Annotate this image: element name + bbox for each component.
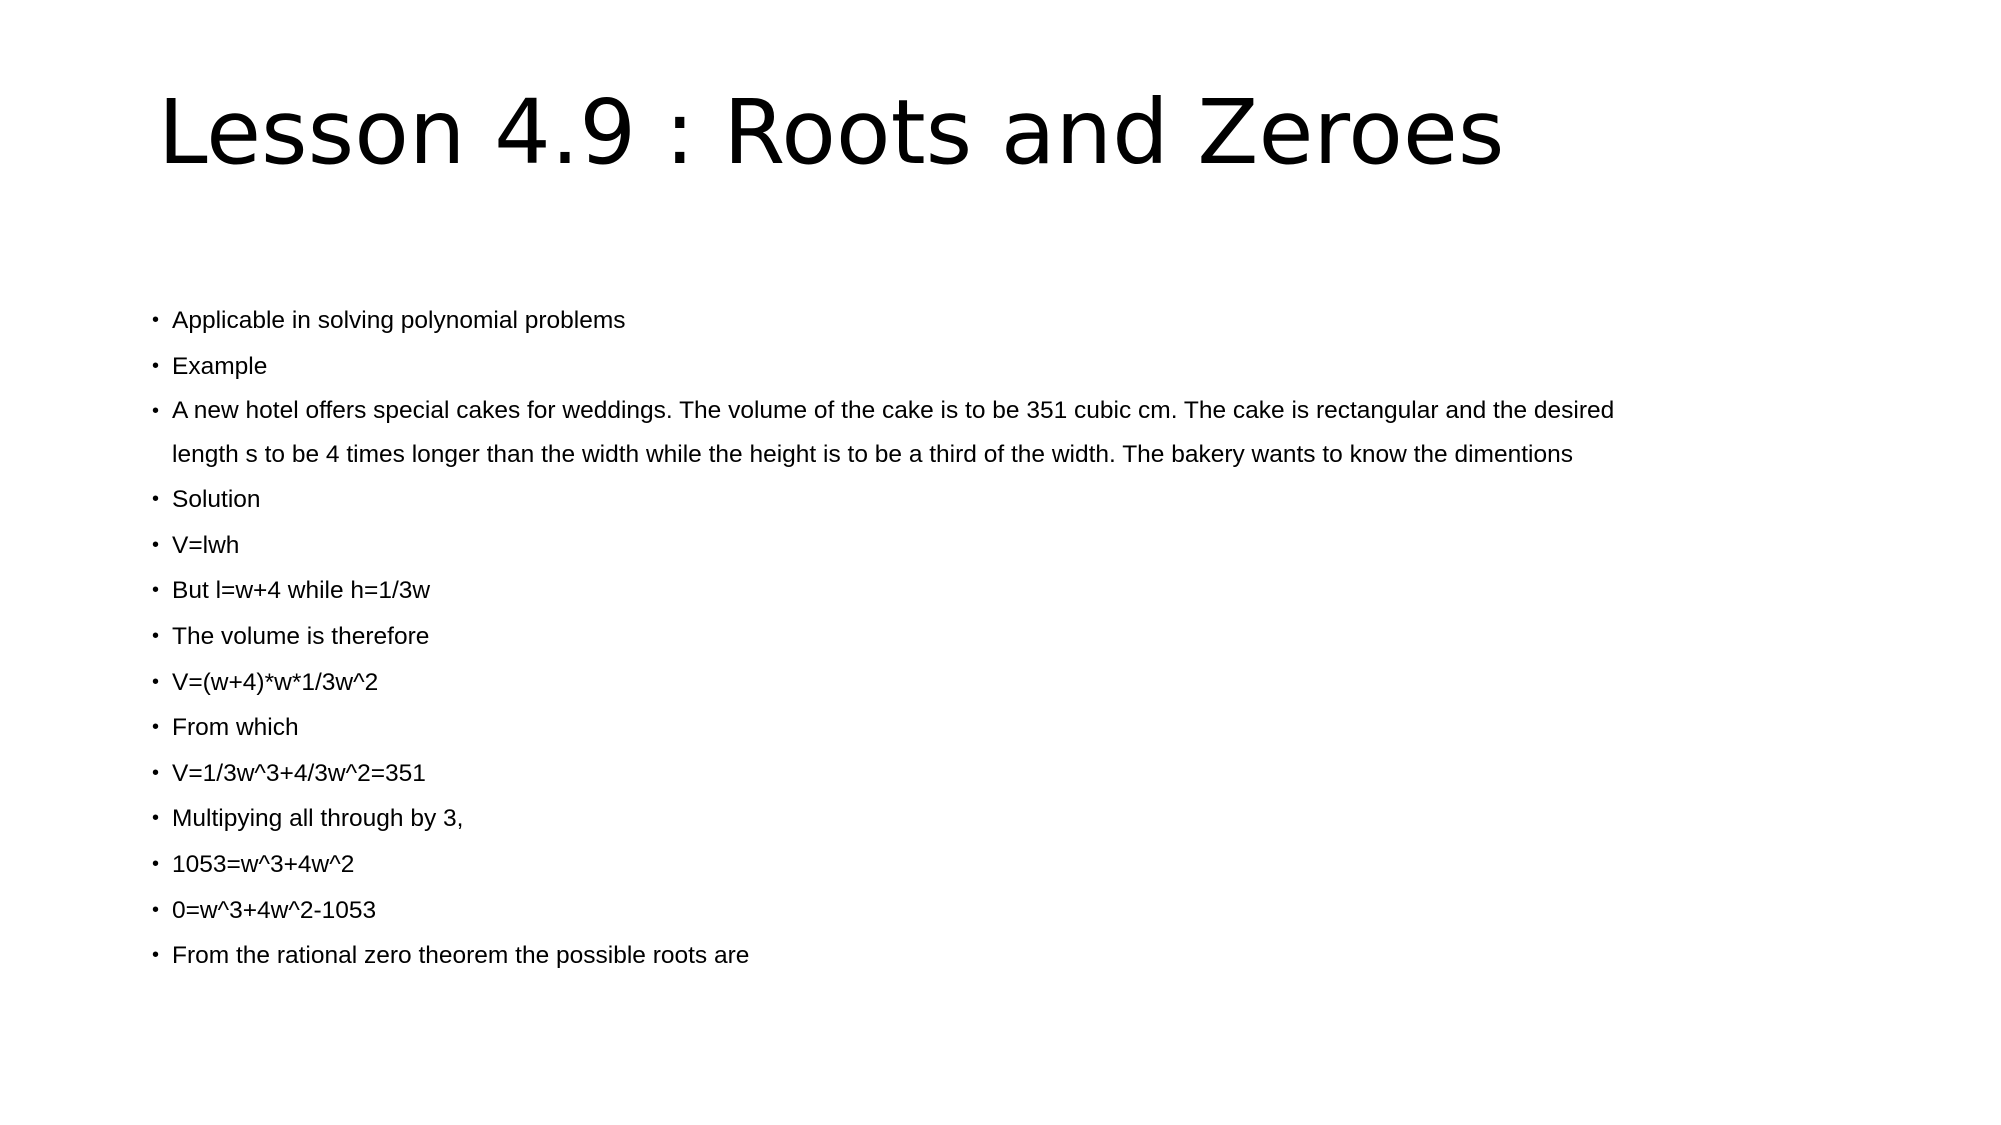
list-item: 0=w^3+4w^2-1053	[150, 888, 1890, 934]
body-placeholder: Applicable in solving polynomial problem…	[150, 298, 1890, 979]
bullet-text: From the rational zero theorem the possi…	[172, 942, 750, 970]
bullet-text: V=lwh	[172, 531, 240, 559]
bullet-list: Applicable in solving polynomial problem…	[150, 298, 1890, 979]
bullet-text: 0=w^3+4w^2-1053	[172, 896, 377, 924]
bullet-text: V=(w+4)*w*1/3w^2	[172, 668, 379, 696]
bullet-text: V=1/3w^3+4/3w^2=351	[172, 759, 426, 787]
list-item: V=lwh	[150, 523, 1890, 569]
bullet-text: 1053=w^3+4w^2	[172, 850, 355, 878]
list-item: The volume is therefore	[150, 614, 1890, 660]
bullet-text: Multipying all through by 3,	[172, 805, 464, 833]
list-item: Solution	[150, 477, 1890, 523]
page-title: Lesson 4.9 : Roots and Zeroes	[158, 80, 1505, 184]
list-item: From the rational zero theorem the possi…	[150, 933, 1890, 979]
title-placeholder: Lesson 4.9 : Roots and Zeroes	[158, 84, 1858, 180]
list-item: But l=w+4 while h=1/3w	[150, 568, 1890, 614]
slide-canvas: Lesson 4.9 : Roots and Zeroes Applicable…	[0, 0, 2001, 1125]
list-item: Multipying all through by 3,	[150, 796, 1890, 842]
list-item: Applicable in solving polynomial problem…	[150, 298, 1890, 344]
bullet-text: Example	[172, 352, 268, 380]
list-item: 1053=w^3+4w^2	[150, 842, 1890, 888]
list-item: V=1/3w^3+4/3w^2=351	[150, 751, 1890, 797]
bullet-text-line-1: A new hotel offers special cakes for wed…	[172, 397, 1615, 425]
list-item: From which	[150, 705, 1890, 751]
bullet-text-line-2: length s to be 4 times longer than the w…	[172, 441, 1573, 469]
list-item: V=(w+4)*w*1/3w^2	[150, 660, 1890, 706]
bullet-text: Applicable in solving polynomial problem…	[172, 307, 626, 334]
bullet-text: The volume is therefore	[172, 622, 430, 650]
list-item: Example	[150, 344, 1890, 390]
bullet-text: From which	[172, 714, 299, 742]
list-item: A new hotel offers special cakes for wed…	[150, 389, 1890, 477]
bullet-text: Solution	[172, 486, 261, 514]
bullet-text: But l=w+4 while h=1/3w	[172, 577, 431, 605]
